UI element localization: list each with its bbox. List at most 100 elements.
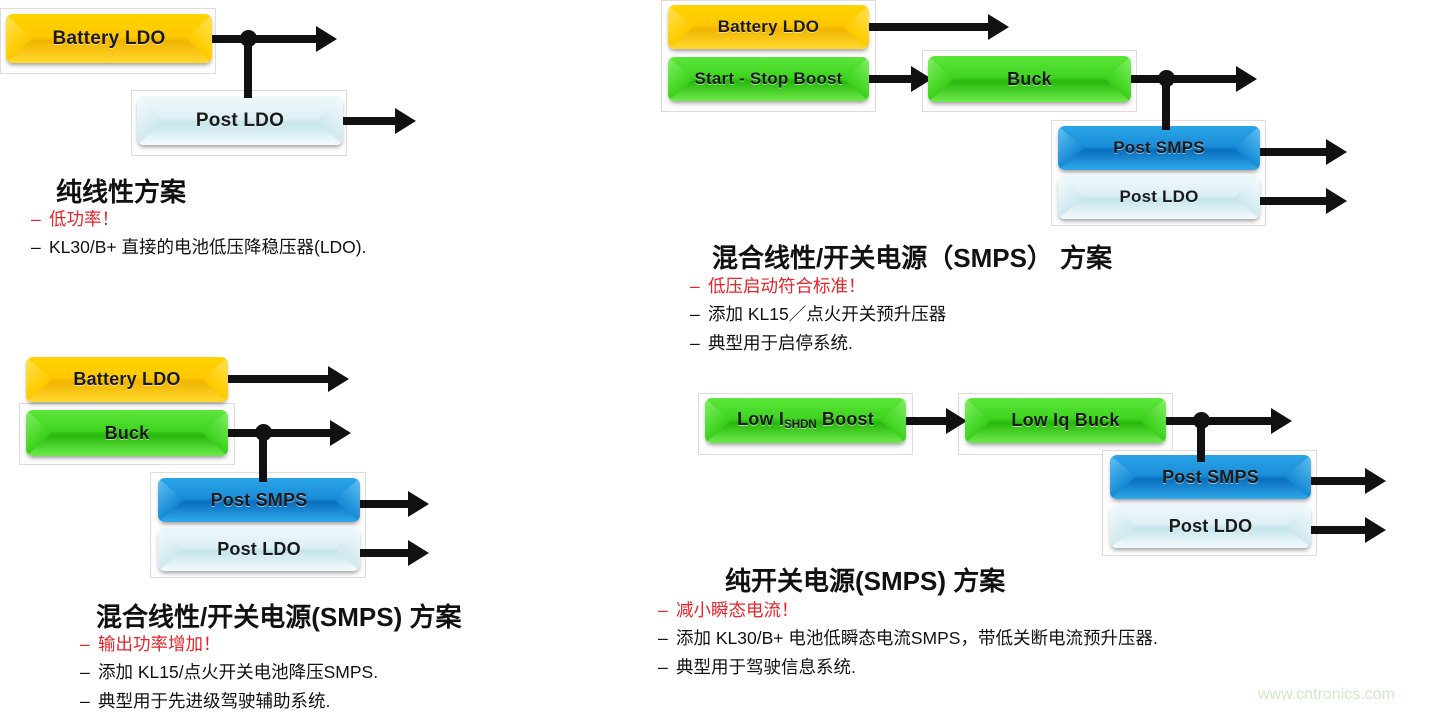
heading-pure-smps: 纯开关电源(SMPS) 方案 bbox=[725, 566, 1006, 596]
block-battery-ldo: Battery LDO bbox=[6, 14, 212, 63]
arrow-post-ldo-out bbox=[1365, 517, 1386, 543]
wire-post-ldo-out bbox=[341, 117, 397, 125]
wire-battery-ldo-out bbox=[225, 375, 330, 383]
block-label: Battery LDO bbox=[717, 17, 820, 36]
bullet-item: – 添加 KL30/B+ 电池低瞬态电流SMPS，带低关断电流预升压器. bbox=[658, 624, 1158, 652]
block-battery-ldo: Battery LDO bbox=[26, 357, 228, 402]
bullet-item: – KL30/B+ 直接的电池低压降稳压器(LDO). bbox=[31, 233, 367, 261]
bullet-item: – 低功率！ bbox=[31, 205, 367, 233]
block-post-ldo: Post LDO bbox=[1058, 175, 1260, 219]
block-label: Low ISHDN Boost bbox=[737, 409, 874, 431]
arrow-rail-out bbox=[330, 420, 351, 446]
bullet-text: 典型用于驾驶信息系统. bbox=[676, 656, 856, 677]
bullet-item: – 添加 KL15／点火开关预升压器 bbox=[690, 300, 946, 328]
arrow-post-smps-out bbox=[1326, 139, 1347, 165]
wire-branch-to-post-ldo bbox=[244, 35, 252, 98]
bullet-dash: – bbox=[658, 656, 668, 677]
bullets-hybrid-start-stop: – 低压启动符合标准！ – 添加 KL15／点火开关预升压器 – 典型用于启停系… bbox=[690, 272, 946, 357]
bullet-text: 添加 KL30/B+ 电池低瞬态电流SMPS，带低关断电流预升压器. bbox=[676, 628, 1158, 649]
block-label-prefix: Low I bbox=[737, 409, 785, 430]
bullet-dash: – bbox=[658, 600, 668, 620]
wire-post-ldo-out bbox=[1309, 526, 1367, 534]
arrow-post-ldo-out bbox=[395, 108, 416, 134]
bullet-item: – 典型用于启停系统. bbox=[690, 329, 946, 357]
block-label-suffix: Boost bbox=[816, 409, 874, 430]
heading-hybrid-adas: 混合线性/开关电源(SMPS) 方案 bbox=[96, 602, 462, 632]
bullets-pure-linear: – 低功率！ – KL30/B+ 直接的电池低压降稳压器(LDO). bbox=[31, 205, 367, 262]
block-buck: Buck bbox=[928, 56, 1131, 102]
wire-post-smps-out bbox=[358, 500, 410, 508]
block-low-ishdn-boost: Low ISHDN Boost bbox=[705, 398, 906, 443]
bullets-hybrid-adas: – 输出功率增加！ – 添加 KL15/点火开关电池降压SMPS. – 典型用于… bbox=[80, 630, 378, 715]
block-label: Post SMPS bbox=[1162, 466, 1259, 487]
bullet-text: 低功率！ bbox=[49, 209, 119, 229]
bullet-dash: – bbox=[658, 628, 668, 649]
block-label: Battery LDO bbox=[73, 369, 181, 389]
block-label-subscript: SHDN bbox=[784, 419, 817, 432]
arrow-post-smps-out bbox=[408, 491, 429, 517]
arrow-rail-out bbox=[1236, 66, 1257, 92]
wire-branch-to-post-smps bbox=[1162, 75, 1170, 130]
bullet-dash: – bbox=[80, 690, 90, 711]
wire-post-ldo-out bbox=[358, 549, 410, 557]
bullet-item: – 典型用于先进级驾驶辅助系统. bbox=[80, 687, 378, 715]
block-start-stop-boost: Start - Stop Boost bbox=[668, 57, 869, 101]
block-post-smps: Post SMPS bbox=[158, 478, 360, 522]
bullet-text: 典型用于启停系统. bbox=[708, 332, 853, 353]
bullet-item: – 输出功率增加！ bbox=[80, 630, 378, 658]
block-label: Post SMPS bbox=[210, 489, 308, 510]
wire-post-smps-out bbox=[1258, 148, 1328, 156]
wire-branch-to-post-smps bbox=[1197, 417, 1205, 462]
bullet-text: 添加 KL15/点火开关电池降压SMPS. bbox=[98, 662, 379, 683]
block-label: Buck bbox=[104, 422, 150, 443]
block-label: Post SMPS bbox=[1113, 138, 1205, 157]
wire-branch-to-post-smps bbox=[259, 429, 267, 482]
wire-post-smps-out bbox=[1309, 477, 1367, 485]
bullet-dash: – bbox=[80, 662, 90, 683]
bullet-dash: – bbox=[690, 332, 700, 353]
block-post-ldo: Post LDO bbox=[137, 96, 343, 145]
wire-buck-out bbox=[1128, 75, 1238, 83]
block-label: Post LDO bbox=[1119, 187, 1199, 206]
block-post-smps: Post SMPS bbox=[1110, 455, 1311, 499]
block-label: Post LDO bbox=[1168, 515, 1253, 536]
block-post-ldo: Post LDO bbox=[158, 527, 360, 571]
block-label: Buck bbox=[1007, 68, 1052, 89]
arrow-post-ldo-out bbox=[408, 540, 429, 566]
block-label: Low Iq Buck bbox=[1011, 410, 1120, 430]
block-label: Post LDO bbox=[195, 109, 285, 131]
bullet-item: – 添加 KL15/点火开关电池降压SMPS. bbox=[80, 658, 378, 686]
wire-boost-to-buck bbox=[903, 417, 949, 425]
bullet-item: – 低压启动符合标准！ bbox=[690, 272, 946, 300]
block-label: Battery LDO bbox=[52, 27, 166, 49]
bullet-text: KL30/B+ 直接的电池低压降稳压器(LDO). bbox=[49, 237, 367, 258]
bullets-pure-smps: – 减小瞬态电流！ – 添加 KL30/B+ 电池低瞬态电流SMPS，带低关断电… bbox=[658, 596, 1158, 681]
bullet-item: – 减小瞬态电流！ bbox=[658, 596, 1158, 624]
wire-boost-to-buck bbox=[866, 75, 914, 83]
bullet-text: 添加 KL15／点火开关预升压器 bbox=[708, 304, 947, 325]
bullet-dash: – bbox=[31, 237, 41, 258]
block-post-smps: Post SMPS bbox=[1058, 126, 1260, 170]
bullet-dash: – bbox=[80, 634, 90, 654]
bullet-text: 典型用于先进级驾驶辅助系统. bbox=[98, 690, 331, 711]
heading-hybrid-start-stop: 混合线性/开关电源（SMPS） 方案 bbox=[712, 243, 1113, 273]
arrow-boost-to-buck bbox=[946, 408, 967, 434]
block-low-iq-buck: Low Iq Buck bbox=[965, 398, 1166, 443]
arrow-post-smps-out bbox=[1365, 468, 1386, 494]
wire-buck-out bbox=[1163, 417, 1273, 425]
bullet-text: 输出功率增加！ bbox=[98, 634, 221, 654]
wire-battery-ldo-out bbox=[210, 35, 318, 43]
arrow-battery-ldo-out bbox=[328, 366, 349, 392]
wire-battery-ldo-out bbox=[866, 23, 991, 31]
block-label: Start - Stop Boost bbox=[694, 69, 843, 88]
bullet-dash: – bbox=[31, 209, 41, 229]
block-buck: Buck bbox=[26, 410, 228, 456]
block-label: Post LDO bbox=[217, 538, 301, 559]
watermark: www.cntronics.com bbox=[1258, 686, 1395, 703]
block-battery-ldo: Battery LDO bbox=[668, 5, 869, 49]
arrow-rail-out bbox=[1271, 408, 1292, 434]
wire-post-ldo-out bbox=[1258, 197, 1328, 205]
block-post-ldo: Post LDO bbox=[1110, 504, 1311, 548]
bullet-text: 低压启动符合标准！ bbox=[708, 276, 866, 296]
wire-buck-out bbox=[225, 429, 332, 437]
